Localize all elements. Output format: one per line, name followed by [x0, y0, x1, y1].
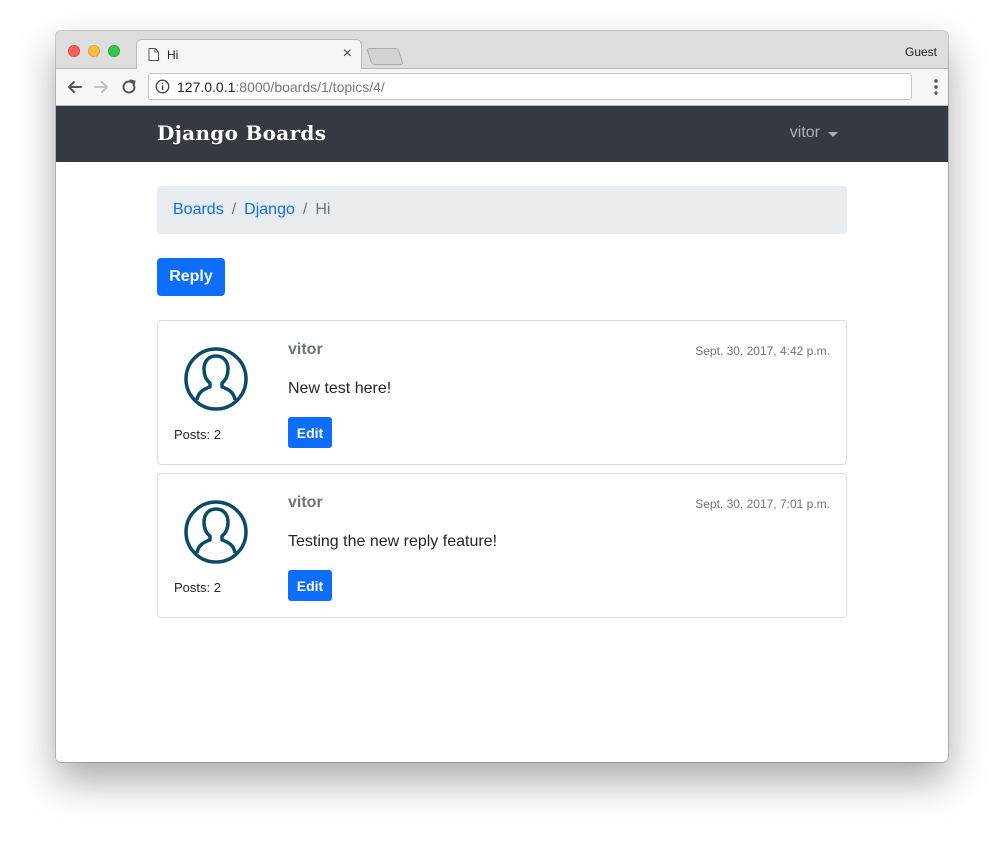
breadcrumb-link-django[interactable]: Django [244, 201, 295, 219]
tab-close-icon[interactable]: × [343, 45, 352, 63]
post-author: vitor [288, 341, 323, 358]
info-icon[interactable] [155, 79, 170, 94]
tab-title: Hi [167, 48, 179, 62]
brand-link[interactable]: Django Boards [157, 121, 326, 145]
post-card: Posts: 2 vitor Sept. 30, 2017, 4:42 p.m.… [157, 320, 847, 465]
browser-tab[interactable]: Hi × [136, 39, 362, 70]
user-avatar-icon [184, 347, 248, 411]
new-tab-button[interactable] [366, 48, 404, 65]
user-dropdown[interactable]: vitor [790, 124, 838, 142]
breadcrumb: Boards / Django / Hi [157, 186, 847, 234]
back-arrow-icon[interactable] [65, 77, 85, 97]
minimize-window-button[interactable] [88, 45, 100, 57]
reload-icon[interactable] [119, 77, 139, 97]
breadcrumb-link-boards[interactable]: Boards [173, 201, 224, 219]
address-bar[interactable]: 127.0.0.1:8000/boards/1/topics/4/ [148, 73, 912, 100]
breadcrumb-separator: / [302, 201, 308, 218]
url-host: 127.0.0.1 [177, 79, 236, 95]
tab-strip: Hi × Guest [56, 31, 948, 70]
user-avatar-icon [184, 500, 248, 564]
caret-down-icon [828, 131, 838, 137]
posts-count: Posts: 2 [174, 580, 221, 595]
post-date: Sept. 30, 2017, 7:01 p.m. [695, 497, 830, 511]
browser-window: Hi × Guest 127.0.0.1:8000/boards/1/topic… [56, 31, 948, 762]
breadcrumb-separator: / [231, 201, 237, 218]
navbar: Django Boards vitor [56, 106, 948, 162]
breadcrumb-active: Hi [315, 201, 331, 218]
close-window-button[interactable] [68, 45, 80, 57]
forward-arrow-icon[interactable] [91, 77, 111, 97]
menu-dots-icon[interactable] [934, 78, 938, 96]
page-content: Django Boards vitor Boards / Django / Hi… [56, 106, 948, 762]
posts-count: Posts: 2 [174, 427, 221, 442]
profile-label[interactable]: Guest [905, 45, 937, 59]
edit-button[interactable]: Edit [288, 417, 332, 448]
document-icon [148, 48, 159, 61]
user-name: vitor [789, 124, 820, 141]
post-message: Testing the new reply feature! [288, 533, 498, 550]
post-author: vitor [288, 494, 323, 511]
post-date: Sept. 30, 2017, 4:42 p.m. [695, 344, 830, 358]
reply-button[interactable]: Reply [157, 258, 225, 296]
maximize-window-button[interactable] [108, 45, 120, 57]
edit-button[interactable]: Edit [288, 570, 332, 601]
url-text[interactable]: 127.0.0.1:8000/boards/1/topics/4/ [177, 79, 385, 95]
post-card: Posts: 2 vitor Sept. 30, 2017, 7:01 p.m.… [157, 473, 847, 618]
browser-toolbar: 127.0.0.1:8000/boards/1/topics/4/ [56, 69, 948, 106]
post-message: New test here! [288, 380, 392, 397]
url-path: :8000/boards/1/topics/4/ [235, 79, 385, 95]
